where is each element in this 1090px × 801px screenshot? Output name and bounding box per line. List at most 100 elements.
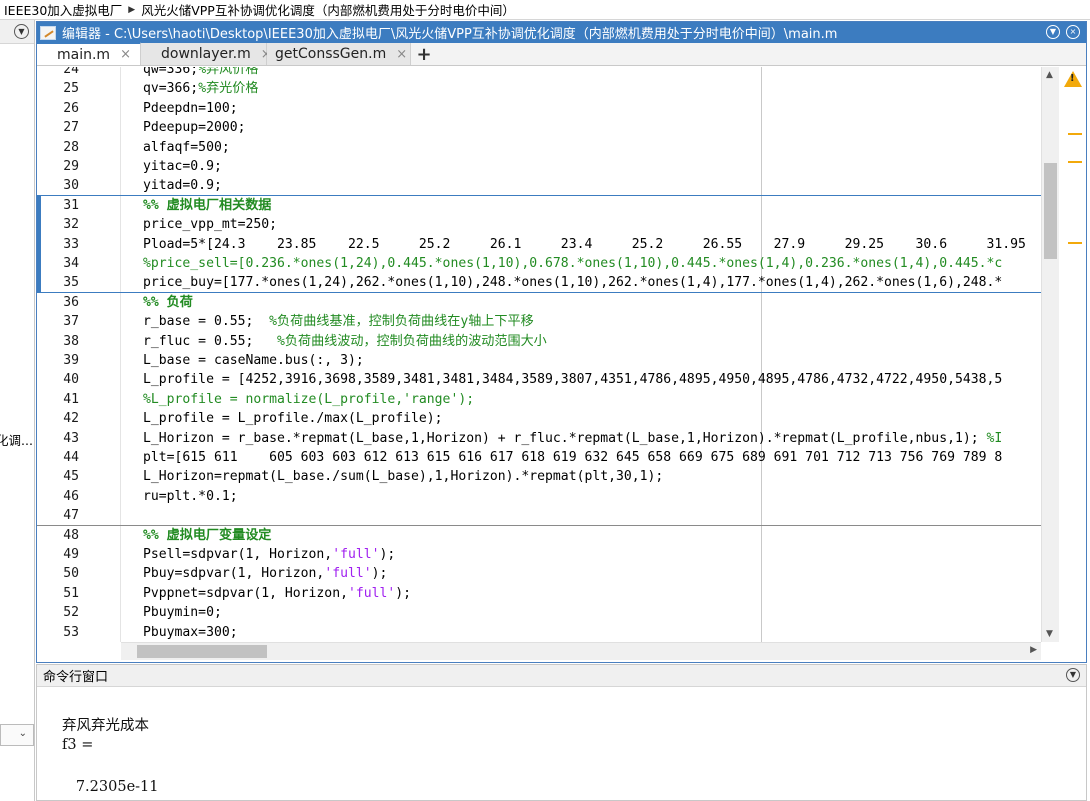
code-line[interactable]: 32 price_vpp_mt=250;: [37, 215, 1041, 234]
code-statement: qw=336;: [143, 67, 199, 77]
code-line[interactable]: 45 L_Horizon=repmat(L_base./sum(L_base),1…: [37, 467, 1041, 486]
code-line[interactable]: 26 Pdeepdn=100;: [37, 99, 1041, 118]
code-line[interactable]: 53 Pbuymax=300;: [37, 623, 1041, 642]
editor-tab-bar: main.m × downlayer.m × getConssGen.m × +: [37, 42, 1086, 66]
code-line[interactable]: 38 r_fluc = 0.55; %负荷曲线波动，控制负荷曲线的波动范围大小: [37, 332, 1041, 351]
code-statement: L_base = caseName.bus(:, 3);: [143, 353, 364, 368]
string-literal: 'full': [324, 566, 372, 582]
code-text: r_base = 0.55; %负荷曲线基准，控制负荷曲线在y轴上下平移: [143, 312, 534, 331]
warning-marker[interactable]: [1068, 133, 1082, 135]
code-line[interactable]: 44 plt=[615 611 605 603 603 612 613 615 6…: [37, 448, 1041, 467]
output-line: 7.2305e-11: [62, 779, 159, 795]
active-cell-indicator: [37, 195, 41, 293]
code-line[interactable]: 49 Psell=sdpvar(1, Horizon,'full');: [37, 545, 1041, 564]
code-line[interactable]: 37 r_base = 0.55; %负荷曲线基准，控制负荷曲线在y轴上下平移: [37, 312, 1041, 331]
panel-menu-icon[interactable]: ▼: [14, 24, 29, 39]
line-number: 40: [63, 372, 79, 388]
code-line[interactable]: 50 Pbuy=sdpvar(1, Horizon,'full');: [37, 564, 1041, 583]
code-statement: Pbuymax=300;: [143, 624, 238, 640]
tab-downlayer-m[interactable]: downlayer.m ×: [141, 43, 272, 65]
code-line[interactable]: 51 Pvppnet=sdpvar(1, Horizon,'full');: [37, 584, 1041, 603]
code-comment: %price_sell=[0.236.*ones(1,24),0.445.*on…: [143, 256, 1003, 271]
code-line[interactable]: 48 %% 虚拟电厂变量设定: [37, 526, 1041, 545]
code-line[interactable]: 47: [37, 506, 1041, 525]
scroll-right-icon[interactable]: ▶: [1030, 645, 1037, 655]
code-line[interactable]: 25 qv=366;%弃光价格: [37, 79, 1041, 98]
editor-window: 编辑器 - C:\Users\haoti\Desktop\IEEE30加入虚拟电…: [36, 21, 1087, 663]
warning-icon[interactable]: !: [1064, 71, 1082, 87]
command-window-title: 命令行窗口: [43, 670, 109, 685]
line-number: 32: [63, 217, 79, 233]
truncated-file-label[interactable]: 化调...: [0, 430, 33, 449]
breadcrumb-item-folder[interactable]: 风光火储VPP互补协调优化调度（内部燃机费用处于分时电价中间）: [141, 0, 515, 19]
horizontal-scrollbar[interactable]: ▶: [121, 642, 1041, 660]
code-text: Pdeepup=2000;: [143, 118, 245, 137]
code-comment: %L_profile = normalize(L_profile,'range'…: [143, 391, 475, 407]
line-number: 41: [63, 391, 79, 407]
code-text: L_Horizon = r_base.*repmat(L_base,1,Hori…: [143, 429, 1002, 448]
line-number: 51: [63, 585, 79, 601]
code-text: Pbuymin=0;: [143, 603, 222, 622]
editor-menu-icon[interactable]: ▼: [1046, 25, 1060, 39]
code-line[interactable]: 33 Pload=5*[24.3 23.85 22.5 25.2 26.1 23.…: [37, 235, 1041, 254]
code-line[interactable]: 43 L_Horizon = r_base.*repmat(L_base,1,Ho…: [37, 429, 1041, 448]
code-line[interactable]: 35 price_buy=[177.*ones(1,24),262.*ones(1…: [37, 273, 1041, 292]
warning-marker[interactable]: [1068, 242, 1082, 244]
code-line[interactable]: 39 L_base = caseName.bus(:, 3);: [37, 351, 1041, 370]
code-text: ru=plt.*0.1;: [143, 487, 238, 506]
tab-close-icon[interactable]: ×: [120, 47, 131, 62]
tab-label: main.m: [57, 46, 111, 63]
code-line[interactable]: 52 Pbuymin=0;: [37, 603, 1041, 622]
line-number: 39: [63, 353, 79, 368]
code-statement-tail: );: [379, 547, 396, 562]
code-text: price_buy=[177.*ones(1,24),262.*ones(1,1…: [143, 273, 1002, 292]
line-number: 38: [63, 333, 79, 349]
code-text: qv=366;%弃光价格: [143, 79, 258, 98]
code-statement: alfaqf=500;: [143, 139, 230, 155]
scroll-up-icon[interactable]: ▲: [1046, 70, 1053, 80]
tab-close-icon[interactable]: ×: [396, 47, 407, 62]
breadcrumb-item-project[interactable]: IEEE30加入虚拟电厂: [4, 0, 122, 19]
line-number: 50: [63, 566, 79, 582]
line-number: 53: [63, 624, 79, 640]
scroll-down-icon[interactable]: ▼: [1046, 629, 1053, 639]
code-line[interactable]: 40 L_profile = [4252,3916,3698,3589,3481,…: [37, 370, 1041, 389]
line-number: 31: [63, 197, 79, 213]
code-line[interactable]: 42 L_profile = L_profile./max(L_profile);: [37, 409, 1041, 428]
code-line[interactable]: 27 Pdeepup=2000;: [37, 118, 1041, 137]
command-window-output[interactable]: - - - - - - - - 弃风弃光成本 f3 = 7.2305e-11: [37, 688, 1086, 801]
editor-close-icon[interactable]: ×: [1066, 25, 1080, 39]
code-statement: L_profile = L_profile./max(L_profile);: [143, 411, 443, 427]
code-line[interactable]: 24 qw=336;%弃风价格: [37, 67, 1041, 79]
command-window-menu-icon[interactable]: ▼: [1066, 668, 1080, 682]
code-line[interactable]: 29 yitac=0.9;: [37, 157, 1041, 176]
line-number: 48: [63, 527, 79, 543]
output-line: 弃风弃光成本: [62, 718, 149, 734]
code-line[interactable]: 30 yitad=0.9;: [37, 176, 1041, 195]
line-number: 33: [63, 236, 79, 252]
code-text: %L_profile = normalize(L_profile,'range'…: [143, 390, 474, 409]
line-number: 43: [63, 430, 79, 446]
code-text: %% 负荷: [143, 293, 193, 312]
new-tab-button[interactable]: +: [411, 43, 437, 65]
vertical-scrollbar[interactable]: ▲ ▼: [1041, 67, 1059, 642]
horizontal-scroll-thumb[interactable]: [137, 645, 267, 658]
line-number: 49: [63, 547, 79, 562]
code-text: yitac=0.9;: [143, 157, 222, 176]
code-line[interactable]: 36 %% 负荷: [37, 293, 1041, 312]
code-line[interactable]: 28 alfaqf=500;: [37, 138, 1041, 157]
code-text: Pload=5*[24.3 23.85 22.5 25.2 26.1 23.4 …: [143, 235, 1041, 254]
code-line[interactable]: 46 ru=plt.*0.1;: [37, 487, 1041, 506]
vertical-scroll-thumb[interactable]: [1044, 163, 1057, 259]
code-statement-tail: );: [371, 566, 388, 582]
code-line[interactable]: 41 %L_profile = normalize(L_profile,'rang…: [37, 390, 1041, 409]
code-line[interactable]: 31 %% 虚拟电厂相关数据: [37, 196, 1041, 215]
tab-getconssgen-m[interactable]: getConssGen.m ×: [267, 43, 411, 65]
code-editor[interactable]: 24 qw=336;%弃风价格 25 qv=366;%弃光价格 26 Pdeepdn=10…: [37, 67, 1041, 642]
tab-main-m[interactable]: main.m ×: [37, 42, 141, 65]
warning-marker[interactable]: [1068, 161, 1082, 163]
code-line[interactable]: 34 %price_sell=[0.236.*ones(1,24),0.445.*…: [37, 254, 1041, 273]
current-folder-panel-header: ▼: [0, 20, 34, 44]
code-statement: Pbuymin=0;: [143, 605, 222, 621]
details-dropdown[interactable]: ⌄: [0, 724, 34, 746]
